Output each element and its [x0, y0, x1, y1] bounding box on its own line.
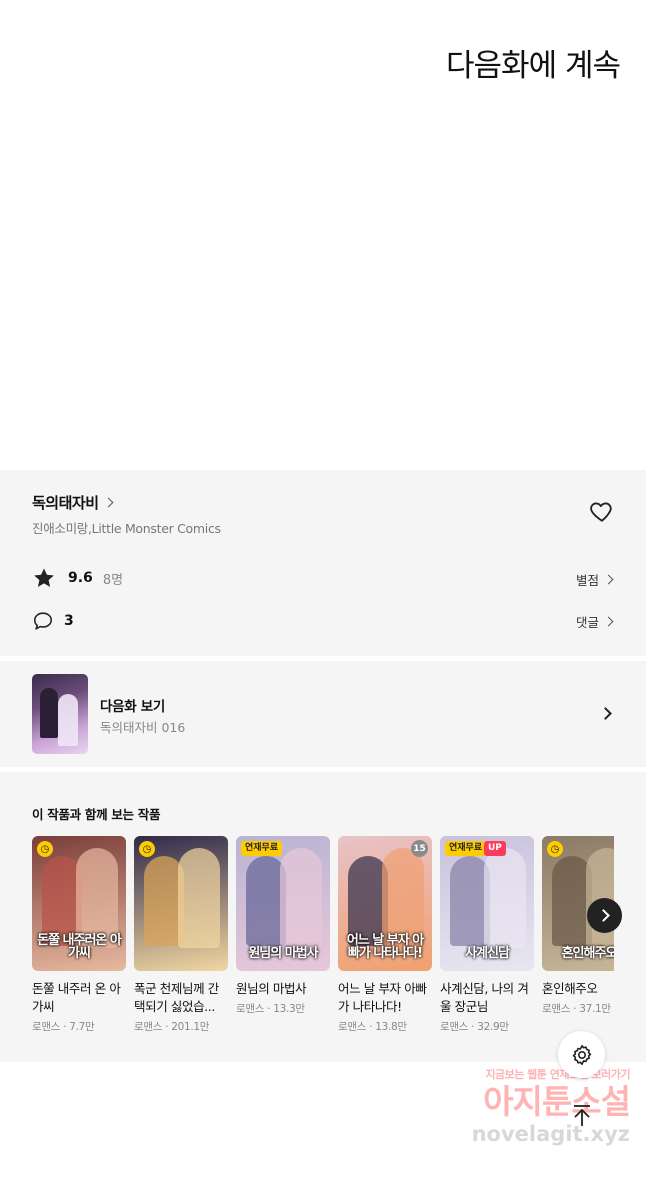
comment-link[interactable]: 댓글 [575, 612, 614, 631]
series-title: 독의태자비 [32, 494, 99, 512]
recommendation-cover: ◷ [134, 836, 228, 971]
recommendation-meta: 로맨스 · 32.9만 [440, 1021, 509, 1033]
free-serial-badge: 연재무료 [241, 841, 283, 856]
up-badge: UP [484, 841, 506, 856]
recommendation-cover: 원님의 마법사 연재무료 [236, 836, 330, 971]
recommendation-meta: 로맨스 · 37.1만 [542, 1003, 611, 1015]
cover-title-art: 원님의 마법사 [248, 946, 318, 962]
star-icon [34, 568, 54, 587]
comment-icon [33, 612, 53, 630]
cover-title-art: 돈쭐 내주러온 아가씨 [37, 932, 122, 962]
rating-score: 9.6 [68, 570, 93, 586]
comment-count: 3 [64, 613, 74, 629]
chevron-right-icon [596, 909, 610, 922]
rating-link[interactable]: 별점 [575, 570, 614, 589]
recommendation-meta: 로맨스 · 201.1만 [134, 1021, 210, 1033]
favorite-button[interactable] [588, 498, 616, 524]
recommendation-title: 돈쭐 내주러 온 아가씨 [32, 981, 121, 1014]
recommendation-card[interactable]: 돈쭐 내주러온 아가씨 ◷ 돈쭐 내주러 온 아가씨로맨스 · 7.7만 [32, 836, 126, 1034]
watermark-url: novelagit.xyz [471, 1122, 630, 1146]
recommendation-title: 어느 날 부자 아빠가 나타나다! [338, 981, 427, 1014]
recommendations-heading: 이 작품과 함께 보는 작품 [32, 807, 161, 822]
recommendation-meta: 로맨스 · 13.8만 [338, 1021, 407, 1033]
settings-button[interactable] [558, 1031, 605, 1078]
heart-icon [590, 502, 612, 522]
chevron-right-icon [103, 497, 113, 508]
next-episode-subtitle: 독의태자비 016 [100, 720, 186, 735]
carousel-next-button[interactable] [587, 898, 622, 933]
recommendations-panel: 이 작품과 함께 보는 작품 돈쭐 내주러온 아가씨 ◷ 돈쭐 내주러 온 아가씨로… [0, 772, 646, 1062]
recommendation-meta: 로맨스 · 7.7만 [32, 1021, 95, 1033]
watermark-tagline: 지금보는 웹툰 연재소설 보러가기 [485, 1068, 630, 1081]
recommendation-cover: 어느 날 부자 아빠가 나타나다! 15 [338, 836, 432, 971]
recommendation-card[interactable]: 사계신담 연재무료 UP 사계신담, 나의 겨울 장군님로맨스 · 32.9만 [440, 836, 534, 1034]
chevron-right-icon [603, 574, 614, 585]
recommendation-meta: 로맨스 · 13.3만 [236, 1003, 305, 1015]
watermark-brand: 아지툰소설 [483, 1082, 631, 1121]
next-episode-label: 다음화 보기 [100, 699, 165, 715]
scroll-to-top-button[interactable] [566, 1100, 598, 1132]
comment-link-label: 댓글 [575, 615, 599, 630]
series-authors: 진애소미랑,Little Monster Comics [32, 521, 221, 536]
series-info-panel: 독의태자비 진애소미랑,Little Monster Comics 9.6 8명… [0, 470, 646, 656]
recommendation-card[interactable]: 어느 날 부자 아빠가 나타나다! 15 어느 날 부자 아빠가 나타나다! 로맨스 … [338, 836, 432, 1034]
watermark: 지금보는 웹툰 연재소설 보러가기 아지툰소설 novelagit.xyz [440, 1066, 631, 1166]
recommendation-title: 혼인해주오 [542, 981, 598, 996]
cover-title-art: 어느 날 부자 아빠가 나타나다! [346, 932, 424, 962]
recommendation-title: 폭군 천제님께 간택되기 싫었습... [134, 981, 219, 1014]
next-episode-thumbnail [32, 674, 88, 754]
rating-summary: 9.6 8명 [32, 566, 123, 590]
wait-free-clock-icon: ◷ [547, 841, 563, 857]
recommendations-list: 돈쭐 내주러온 아가씨 ◷ 돈쭐 내주러 온 아가씨로맨스 · 7.7만 ◷ 폭군 천제… [32, 836, 614, 1056]
cover-title-art: 사계신담 [465, 946, 510, 962]
age-rating-badge: 15 [411, 840, 428, 857]
gear-icon [572, 1044, 591, 1065]
wait-free-clock-icon: ◷ [139, 841, 155, 857]
cover-title-art: 혼인해주오 [561, 946, 614, 962]
arrow-up-icon [574, 1105, 590, 1126]
wait-free-clock-icon: ◷ [37, 841, 53, 857]
recommendation-cover: 사계신담 연재무료 UP [440, 836, 534, 971]
chevron-right-icon [599, 707, 612, 720]
continue-notice: 다음화에 계속 [446, 48, 621, 84]
recommendation-title: 사계신담, 나의 겨울 장군님 [440, 981, 529, 1014]
recommendation-cover: 돈쭐 내주러온 아가씨 ◷ [32, 836, 126, 971]
recommendation-card[interactable]: 원님의 마법사 연재무료원님의 마법사로맨스 · 13.3만 [236, 836, 330, 1016]
next-episode-card[interactable]: 다음화 보기 독의태자비 016 [0, 661, 646, 767]
rating-link-label: 별점 [575, 573, 599, 588]
series-title-link[interactable]: 독의태자비 [32, 492, 113, 513]
recommendation-card[interactable]: ◷ 폭군 천제님께 간택되기 싫었습... 로맨스 · 201.1만 [134, 836, 228, 1034]
chevron-right-icon [603, 616, 614, 627]
recommendation-title: 원님의 마법사 [236, 981, 307, 996]
rating-count: 8명 [102, 572, 124, 588]
comment-summary: 3 [32, 610, 74, 632]
free-serial-badge: 연재무료 [445, 841, 487, 856]
